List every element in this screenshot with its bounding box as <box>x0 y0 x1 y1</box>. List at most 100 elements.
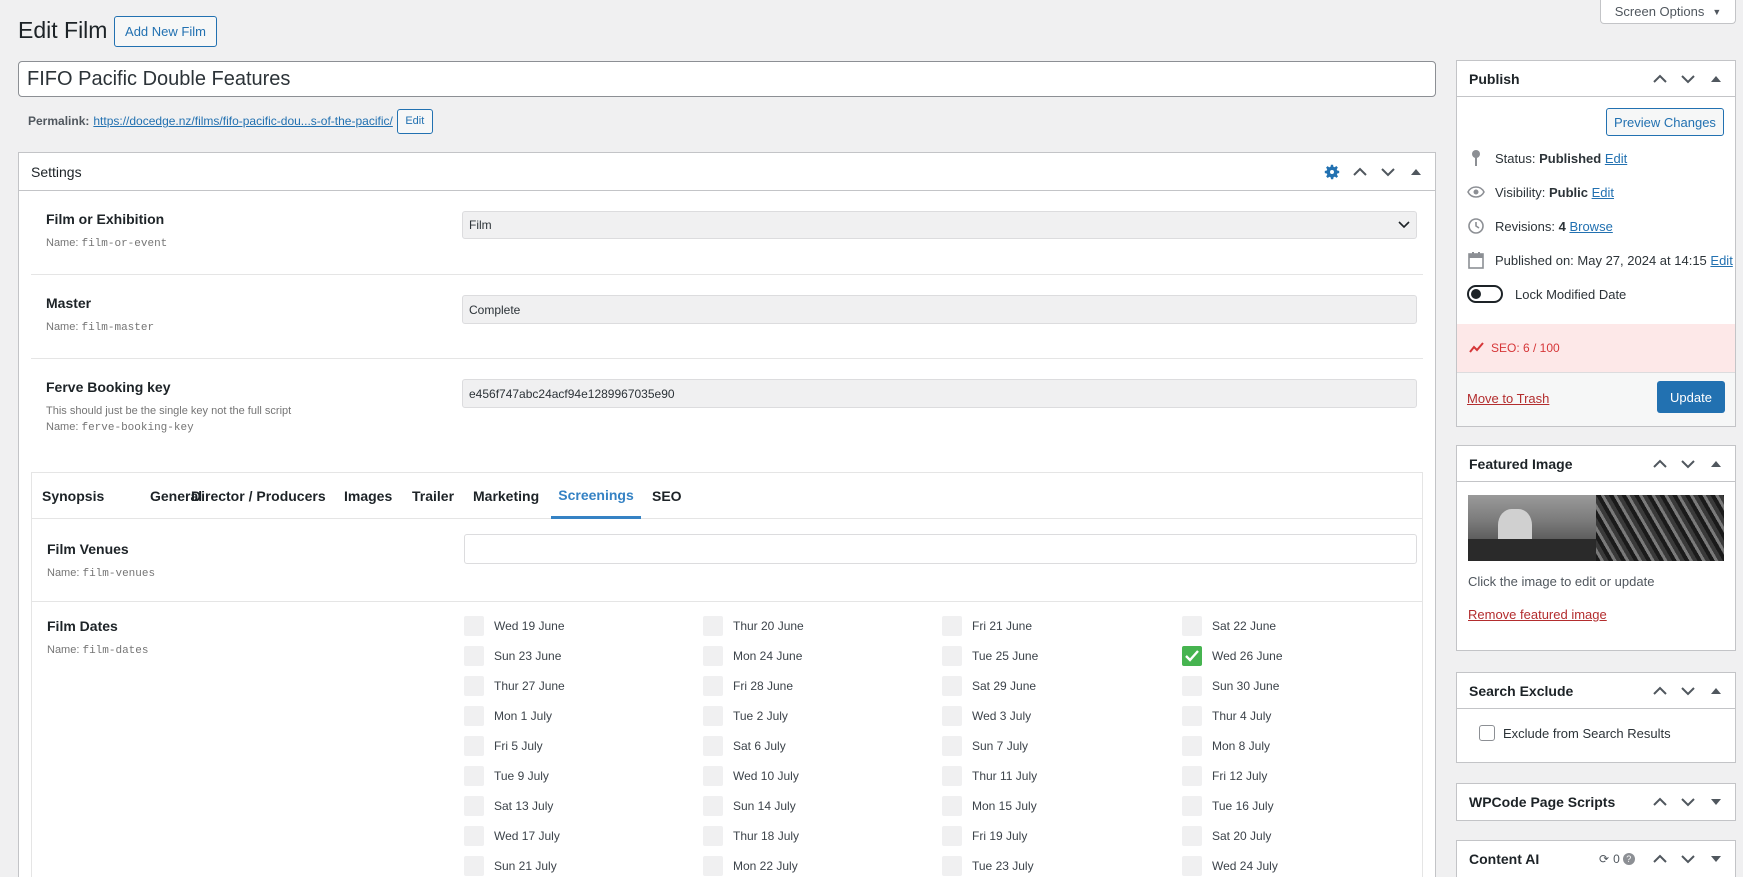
toggle-panel-icon[interactable] <box>1703 66 1729 92</box>
date-option[interactable]: Sat 20 July <box>1182 826 1271 846</box>
date-checkbox[interactable] <box>1182 796 1202 816</box>
move-up-icon[interactable] <box>1647 846 1673 872</box>
tab-images[interactable]: Images <box>344 473 392 519</box>
date-option[interactable]: Thur 20 June <box>703 616 804 636</box>
content-ai-header[interactable]: Content AI ⟳ 0 ? <box>1457 841 1735 877</box>
date-option[interactable]: Sat 22 June <box>1182 616 1276 636</box>
post-title-input[interactable]: FIFO Pacific Double Features <box>18 61 1436 97</box>
date-option[interactable]: Sat 29 June <box>942 676 1036 696</box>
date-option[interactable]: Mon 15 July <box>942 796 1037 816</box>
date-checkbox[interactable] <box>942 856 962 876</box>
date-checkbox[interactable] <box>1182 706 1202 726</box>
date-checkbox[interactable] <box>703 766 723 786</box>
date-option[interactable]: Sat 6 July <box>703 736 786 756</box>
date-checkbox[interactable] <box>703 796 723 816</box>
date-checkbox[interactable] <box>464 826 484 846</box>
move-down-icon[interactable] <box>1675 846 1701 872</box>
move-up-icon[interactable] <box>1647 789 1673 815</box>
permalink-edit-button[interactable]: Edit <box>396 108 433 134</box>
film-or-exhibition-select[interactable]: Film <box>462 211 1417 239</box>
tab-director-producers[interactable]: Director / Producers <box>191 473 326 519</box>
ferve-booking-key-input[interactable]: e456f747abc24acf94e1289967035e90 <box>462 379 1417 408</box>
lock-modified-toggle[interactable] <box>1467 285 1503 303</box>
move-up-icon[interactable] <box>1347 159 1373 185</box>
master-input[interactable]: Complete <box>462 295 1417 324</box>
published-edit-link[interactable]: Edit <box>1710 253 1732 268</box>
browse-revisions-link[interactable]: Browse <box>1569 219 1612 234</box>
date-checkbox[interactable] <box>942 646 962 666</box>
tab-synopsis[interactable]: Synopsis <box>42 473 104 519</box>
permalink-link[interactable]: https://docedge.nz/films/fifo-pacific-do… <box>93 114 392 128</box>
date-option[interactable]: Fri 12 July <box>1182 766 1267 786</box>
date-checkbox[interactable] <box>942 796 962 816</box>
date-checkbox[interactable] <box>942 766 962 786</box>
update-button[interactable]: Update <box>1657 381 1725 413</box>
date-checkbox[interactable] <box>942 826 962 846</box>
date-checkbox[interactable] <box>703 646 723 666</box>
date-option[interactable]: Wed 17 July <box>464 826 560 846</box>
date-option[interactable]: Tue 16 July <box>1182 796 1274 816</box>
date-option[interactable]: Sun 23 June <box>464 646 561 666</box>
date-checkbox[interactable] <box>464 706 484 726</box>
date-option[interactable]: Wed 26 June <box>1182 646 1283 666</box>
date-option[interactable]: Tue 23 July <box>942 856 1034 876</box>
move-down-icon[interactable] <box>1675 789 1701 815</box>
status-edit-link[interactable]: Edit <box>1605 151 1627 166</box>
seo-score-bar[interactable]: SEO: 6 / 100 <box>1457 324 1735 372</box>
film-venues-input[interactable] <box>464 534 1417 564</box>
date-option[interactable]: Tue 25 June <box>942 646 1038 666</box>
date-option[interactable]: Thur 18 July <box>703 826 799 846</box>
date-checkbox[interactable] <box>942 616 962 636</box>
date-option[interactable]: Mon 1 July <box>464 706 552 726</box>
date-checkbox[interactable] <box>1182 676 1202 696</box>
move-to-trash-link[interactable]: Move to Trash <box>1467 391 1549 406</box>
toggle-panel-icon[interactable] <box>1703 451 1729 477</box>
date-option[interactable]: Sun 7 July <box>942 736 1028 756</box>
move-down-icon[interactable] <box>1675 66 1701 92</box>
move-down-icon[interactable] <box>1375 159 1401 185</box>
date-checkbox[interactable] <box>464 796 484 816</box>
date-checkbox[interactable] <box>464 676 484 696</box>
visibility-edit-link[interactable]: Edit <box>1592 185 1614 200</box>
date-checkbox[interactable] <box>1182 736 1202 756</box>
date-checkbox[interactable] <box>703 616 723 636</box>
date-checkbox[interactable] <box>703 736 723 756</box>
date-checkbox[interactable] <box>464 616 484 636</box>
date-checkbox[interactable] <box>464 736 484 756</box>
date-checkbox[interactable] <box>942 706 962 726</box>
date-checkbox[interactable] <box>703 826 723 846</box>
date-option[interactable]: Fri 28 June <box>703 676 793 696</box>
wpcode-header[interactable]: WPCode Page Scripts <box>1457 784 1735 820</box>
date-option[interactable]: Fri 5 July <box>464 736 543 756</box>
date-option[interactable]: Wed 24 July <box>1182 856 1278 876</box>
date-checkbox[interactable] <box>703 676 723 696</box>
date-option[interactable]: Mon 8 July <box>1182 736 1270 756</box>
date-checkbox[interactable] <box>703 856 723 876</box>
exclude-search-checkbox[interactable] <box>1479 725 1495 741</box>
featured-image-thumbnail[interactable] <box>1468 495 1724 561</box>
date-checkbox[interactable] <box>703 706 723 726</box>
date-option[interactable]: Tue 9 July <box>464 766 549 786</box>
expand-panel-icon[interactable] <box>1703 846 1729 872</box>
toggle-panel-icon[interactable] <box>1703 678 1729 704</box>
date-option[interactable]: Wed 19 June <box>464 616 565 636</box>
move-up-icon[interactable] <box>1647 451 1673 477</box>
date-option[interactable]: Mon 22 July <box>703 856 798 876</box>
date-checkbox[interactable] <box>464 646 484 666</box>
toggle-panel-icon[interactable] <box>1403 159 1429 185</box>
date-option[interactable]: Thur 4 July <box>1182 706 1271 726</box>
date-checkbox[interactable] <box>1182 856 1202 876</box>
tab-trailer[interactable]: Trailer <box>412 473 454 519</box>
date-checkbox[interactable] <box>1182 616 1202 636</box>
date-option[interactable]: Thur 27 June <box>464 676 565 696</box>
date-checkbox[interactable] <box>942 736 962 756</box>
add-new-film-button[interactable]: Add New Film <box>114 16 217 47</box>
date-option[interactable]: Sun 14 July <box>703 796 796 816</box>
date-option[interactable]: Wed 10 July <box>703 766 799 786</box>
date-option[interactable]: Sun 30 June <box>1182 676 1279 696</box>
tab-marketing[interactable]: Marketing <box>473 473 539 519</box>
date-checkbox-checked[interactable] <box>1182 646 1202 666</box>
date-option[interactable]: Wed 3 July <box>942 706 1031 726</box>
remove-featured-image-link[interactable]: Remove featured image <box>1468 607 1607 622</box>
move-down-icon[interactable] <box>1675 451 1701 477</box>
